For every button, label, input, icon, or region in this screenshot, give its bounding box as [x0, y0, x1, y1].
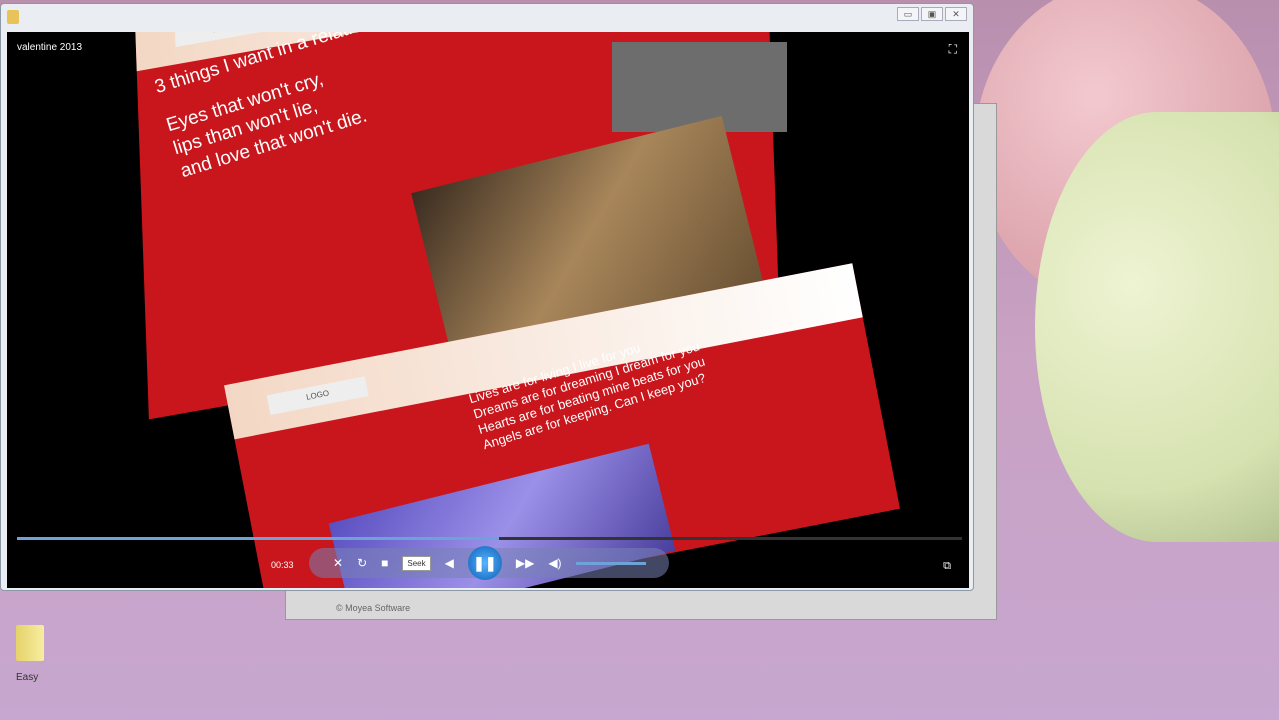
logo: LOGO	[266, 376, 369, 416]
folder-icon[interactable]	[16, 625, 44, 661]
photo-bw	[612, 42, 787, 132]
video-area[interactable]: valentine 2013 ⛶ LOGO 3 things I want in…	[7, 32, 969, 588]
video-title: valentine 2013	[17, 42, 83, 53]
close-button[interactable]: ✕	[945, 7, 967, 21]
copyright-text: © Moyea Software	[336, 603, 411, 613]
maximize-button[interactable]: ▣	[921, 7, 943, 21]
volume-icon[interactable]: ◀)	[548, 556, 561, 570]
time-display: 00:33	[271, 560, 294, 570]
pause-button[interactable]: ❚❚	[467, 546, 502, 580]
minimize-button[interactable]: ▭	[897, 7, 919, 21]
control-bar: ✕ ↻ ■ Seek ◀ ❚❚ ▶▶ ◀)	[309, 546, 669, 580]
seek-progress	[17, 537, 499, 540]
app-icon	[7, 10, 19, 24]
seek-tooltip: Seek	[402, 555, 431, 571]
repeat-icon[interactable]: ↻	[357, 556, 367, 570]
switch-to-library-icon[interactable]: ⧉	[943, 560, 951, 573]
shuffle-icon[interactable]: ✕	[333, 556, 343, 570]
player-window[interactable]: ▭ ▣ ✕ valentine 2013 ⛶ LOGO 3 things I w…	[0, 3, 974, 591]
fullscreen-icon[interactable]: ⛶	[949, 42, 957, 57]
green-ball-wallpaper	[1035, 112, 1279, 542]
folder-label[interactable]: Easy	[16, 672, 38, 683]
previous-icon[interactable]: ◀	[445, 556, 454, 570]
next-icon[interactable]: ▶▶	[516, 556, 534, 570]
stop-icon[interactable]: ■	[381, 556, 388, 570]
seek-bar[interactable]	[17, 537, 962, 540]
volume-slider[interactable]	[575, 561, 646, 565]
